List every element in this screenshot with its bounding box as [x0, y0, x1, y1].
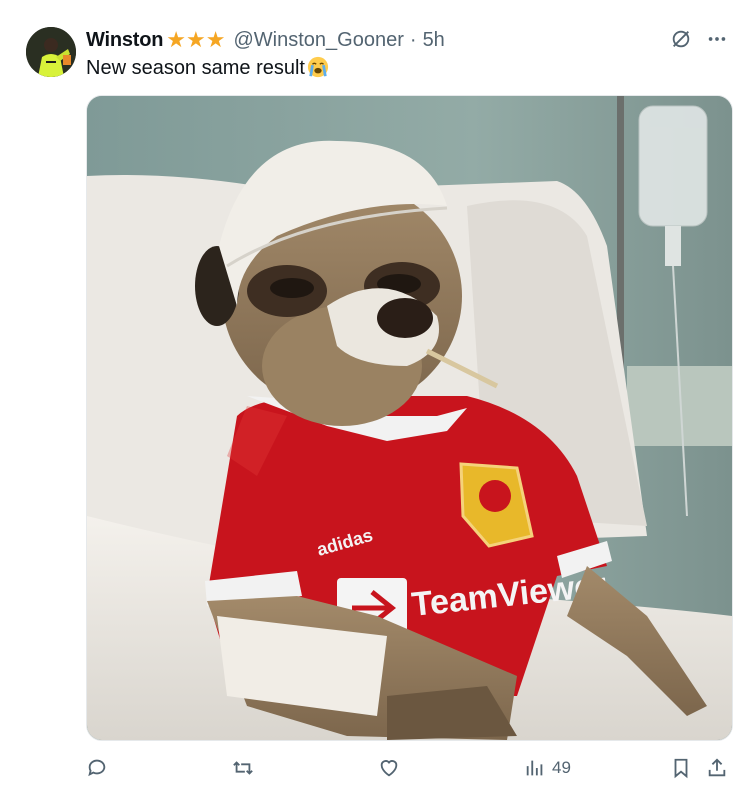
- tweet-header: Winston ★ ★ ★ @Winston_Gooner · 5h: [86, 28, 445, 52]
- grok-icon[interactable]: [670, 28, 692, 55]
- tweet-text: New season same result: [86, 56, 329, 80]
- avatar-image: [26, 27, 76, 77]
- author-handle[interactable]: @Winston_Gooner: [234, 28, 404, 52]
- tweet-text-content: New season same result: [86, 57, 305, 79]
- timestamp[interactable]: 5h: [423, 28, 445, 52]
- top-icons: [670, 28, 728, 55]
- share-button[interactable]: [706, 754, 728, 782]
- heart-icon: [380, 760, 398, 777]
- views-button[interactable]: 49: [524, 754, 571, 782]
- more-options-icon[interactable]: [706, 28, 728, 55]
- retweet-button[interactable]: [232, 754, 260, 782]
- action-bar: 49: [86, 754, 731, 782]
- star-icon: ★: [205, 27, 226, 52]
- author-name[interactable]: Winston: [86, 28, 163, 52]
- bookmark-icon: [674, 758, 688, 779]
- separator-dot: ·: [409, 29, 417, 51]
- meerkat-hospital-photo: TeamViewer adidas: [87, 96, 732, 740]
- reply-button[interactable]: [86, 754, 114, 782]
- badge-stars: ★ ★ ★: [166, 29, 225, 51]
- tweet-media-photo[interactable]: TeamViewer adidas: [86, 95, 733, 741]
- star-icon: ★: [186, 27, 206, 52]
- views-count: 49: [552, 758, 571, 777]
- reply-icon: [88, 759, 106, 777]
- share-icon: [708, 758, 726, 777]
- retweet-icon: [233, 761, 253, 775]
- loudly-crying-face-emoji: [307, 56, 329, 78]
- like-button[interactable]: [378, 754, 406, 782]
- views-chart-icon: [526, 760, 543, 776]
- bookmark-button[interactable]: [670, 754, 692, 782]
- star-icon: ★: [166, 27, 187, 52]
- avatar[interactable]: [26, 27, 76, 77]
